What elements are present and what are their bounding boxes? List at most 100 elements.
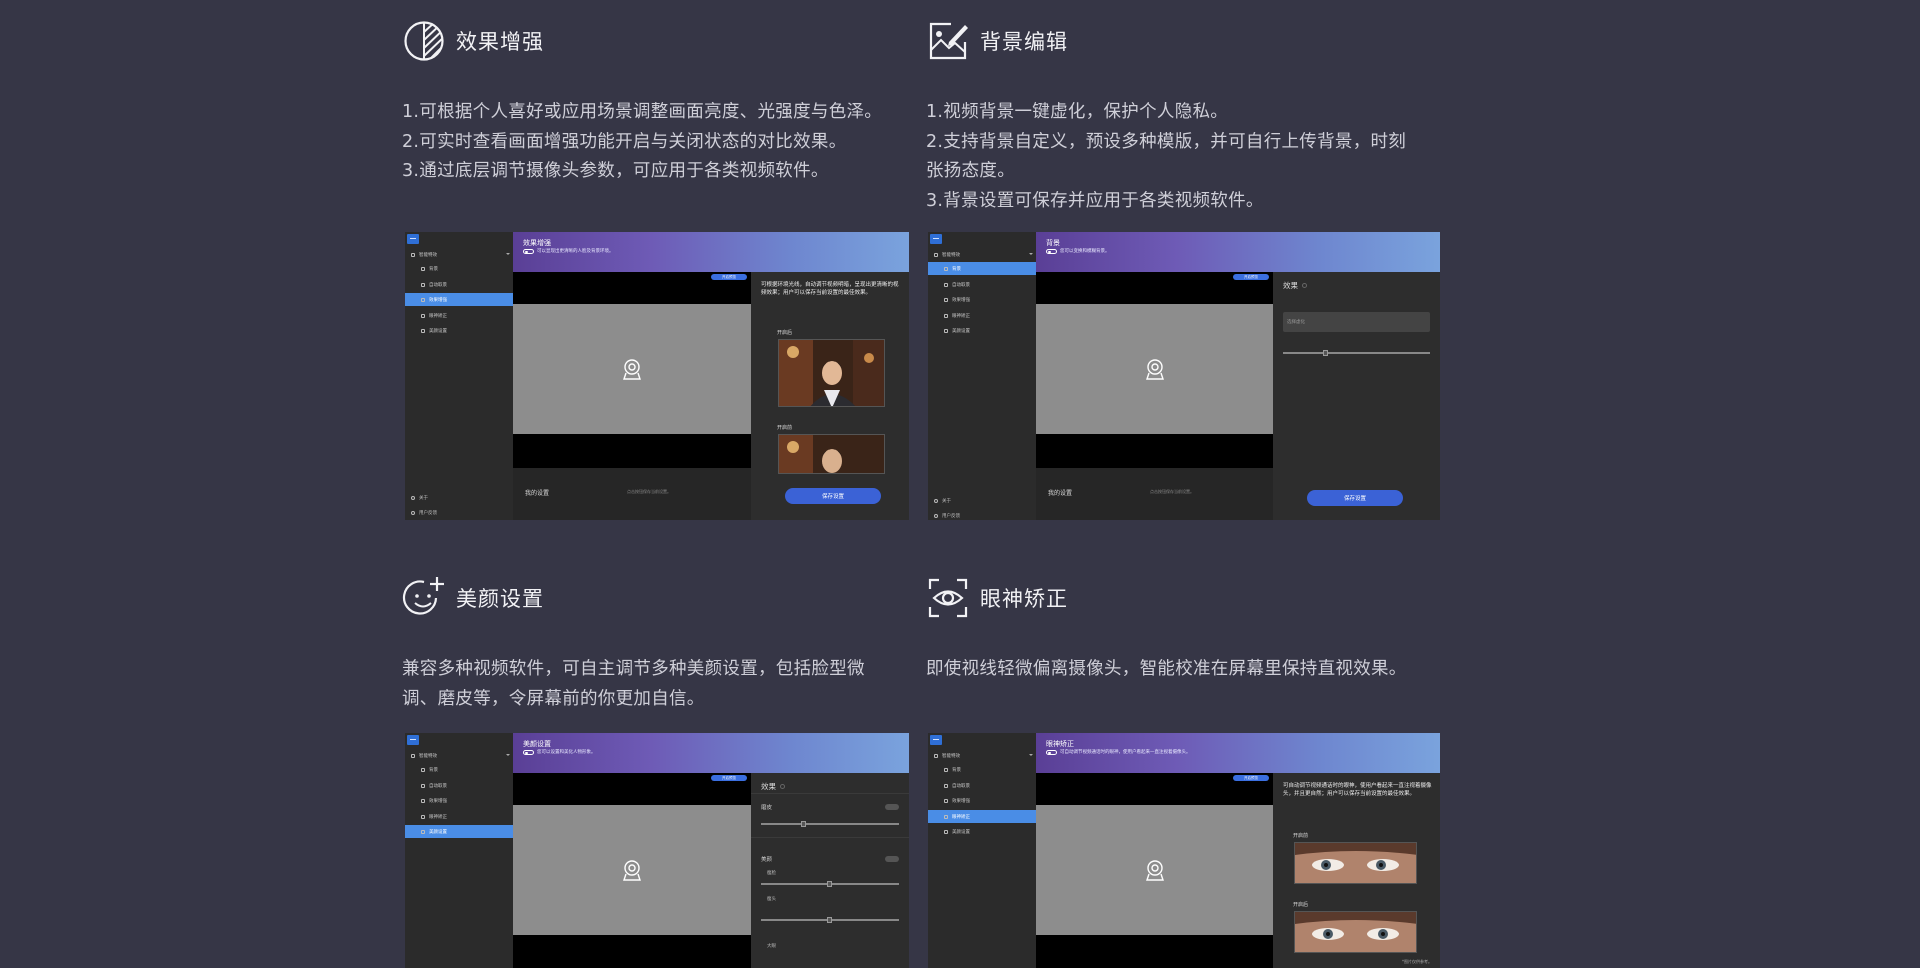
sidebar-item-background[interactable]: 背景 [405, 763, 513, 776]
settings-bar: 我的设置 点击按钮保存当前设置。 [1036, 468, 1273, 520]
camera-icon [1145, 860, 1164, 881]
effect-header: 效果 [761, 781, 785, 792]
background-icon [421, 266, 425, 271]
slider-knob[interactable] [827, 916, 832, 923]
sidebar-item-beauty[interactable]: 美颜设置 [405, 825, 513, 838]
sidebar-item-eye[interactable]: 眼神矫正 [405, 309, 513, 322]
sidebar-item-background[interactable]: 背景 [928, 262, 1036, 275]
app-sidebar: 智能特效 背景 自动取景 效果增强 眼神矫正 美颜设置 关于 用户反馈 [405, 232, 513, 520]
help-icon [1302, 283, 1307, 288]
sidebar-group: 智能特效 [928, 749, 1036, 762]
about-link[interactable]: 关于 [928, 494, 951, 507]
slider-knob[interactable] [801, 820, 806, 827]
video-preview: 开启预览 [513, 773, 751, 968]
save-settings-button[interactable]: 保存设置 [785, 488, 881, 504]
slim-slider[interactable] [761, 916, 899, 923]
feature-toggle[interactable] [523, 750, 534, 755]
background-icon [421, 767, 425, 772]
thin-face-slider[interactable] [761, 880, 899, 887]
beauty-toggle[interactable] [885, 856, 899, 862]
after-label: 开启后 [1293, 902, 1309, 908]
feedback-link[interactable]: 用户反馈 [928, 509, 960, 520]
about-label: 关于 [419, 495, 428, 501]
camera-placeholder [1036, 805, 1273, 935]
sidebar-item-enhance[interactable]: 效果增强 [928, 293, 1036, 306]
sidebar-group-label: 智能特效 [419, 252, 437, 258]
enhance-icon [944, 297, 948, 302]
feedback-icon [411, 510, 415, 515]
section-description: 兼容多种视频软件，可自主调节多种美颜设置，包括脸型微 调、磨皮等，令屏幕前的你更… [402, 655, 902, 714]
feature-toggle[interactable] [1046, 249, 1057, 254]
skin-toggle[interactable] [885, 804, 899, 810]
thin-face-label: 瘦脸 [767, 871, 776, 876]
sidebar-item-autoframe[interactable]: 自动取景 [928, 278, 1036, 291]
divider [751, 793, 909, 794]
frame-icon [944, 282, 948, 287]
panel-description: 可根据环境光线，自动调节视频明暗，呈现出更清晰的视频效果；用户可以保存当前设置的… [761, 282, 899, 296]
sidebar-item-label: 美颜设置 [952, 328, 970, 334]
chevron-down-icon [1029, 253, 1033, 255]
skin-label: 磨皮 [761, 805, 773, 811]
feedback-icon [934, 513, 938, 518]
preview-button[interactable]: 开启预览 [711, 274, 747, 280]
sidebar-item-beauty[interactable]: 美颜设置 [928, 324, 1036, 337]
beauty-label: 美颜 [761, 857, 773, 863]
blur-select[interactable]: 选择虚化 [1283, 312, 1430, 332]
preview-button[interactable]: 开启预览 [1233, 775, 1269, 781]
banner-title: 眼神矫正 [1046, 740, 1074, 748]
after-label: 开启后 [777, 330, 793, 336]
app-banner: 眼神矫正 可自动调节视频通话时的眼神，使用户看起来一直注视着摄像头。 [1036, 733, 1440, 773]
skin-slider[interactable] [761, 820, 899, 827]
sidebar-item-enhance[interactable]: 效果增强 [928, 794, 1036, 807]
info-icon [411, 495, 415, 500]
feedback-label: 用户反馈 [942, 513, 960, 519]
sidebar-item-autoframe[interactable]: 自动取景 [928, 779, 1036, 792]
section-description: 1.视频背景一键虚化，保护个人隐私。 2.支持背景自定义，预设多种模版，并可自行… [926, 98, 1446, 216]
sidebar-item-enhance[interactable]: 效果增强 [405, 794, 513, 807]
sidebar-item-enhance[interactable]: 效果增强 [405, 293, 513, 306]
sidebar-item-eye[interactable]: 眼神矫正 [405, 810, 513, 823]
desc-line: 3.背景设置可保存并应用于各类视频软件。 [926, 190, 1264, 211]
sidebar-item-autoframe[interactable]: 自动取景 [405, 278, 513, 291]
camera-placeholder [1036, 304, 1273, 434]
beauty-icon [421, 328, 425, 333]
chevron-down-icon [506, 253, 510, 255]
desc-line: 兼容多种视频软件，可自主调节多种美颜设置，包括脸型微 [402, 659, 865, 679]
footnote: *图片仅供参考。 [1402, 959, 1432, 964]
feature-toggle[interactable] [523, 249, 534, 254]
sidebar-item-label: 眼神矫正 [952, 313, 970, 319]
app-sidebar: 智能特效 背景 自动取景 效果增强 眼神矫正 美颜设置 关于 用户反馈 [928, 232, 1036, 520]
enhance-icon [421, 798, 425, 803]
sidebar-item-autoframe[interactable]: 自动取景 [405, 779, 513, 792]
chevron-down-icon [506, 754, 510, 756]
desc-line: 2.可实时查看画面增强功能开启与关闭状态的对比效果。 [402, 131, 847, 152]
sidebar-item-background[interactable]: 背景 [928, 763, 1036, 776]
feature-toggle[interactable] [1046, 750, 1057, 755]
app-sidebar: 智能特效 背景 自动取景 效果增强 眼神矫正 美颜设置 [928, 733, 1036, 968]
image-edit-icon [926, 19, 970, 63]
sidebar-item-eye[interactable]: 眼神矫正 [928, 309, 1036, 322]
eye-icon [944, 814, 948, 819]
app-sidebar: 智能特效 背景 自动取景 效果增强 眼神矫正 美颜设置 [405, 733, 513, 968]
slider-knob[interactable] [827, 880, 832, 887]
preview-button[interactable]: 开启预览 [711, 775, 747, 781]
section-header: 美颜设置 [402, 576, 902, 620]
sidebar-item-beauty[interactable]: 美颜设置 [405, 324, 513, 337]
enhance-icon [944, 798, 948, 803]
blur-slider[interactable] [1283, 349, 1430, 356]
section-enhance: 效果增强 1.可根据个人喜好或应用场景调整画面亮度、光强度与色泽。 2.可实时查… [402, 19, 902, 187]
sidebar-item-eye[interactable]: 眼神矫正 [928, 810, 1036, 823]
sidebar-item-background[interactable]: 背景 [405, 262, 513, 275]
about-link[interactable]: 关于 [405, 491, 428, 504]
sidebar-item-beauty[interactable]: 美颜设置 [928, 825, 1036, 838]
section-description: 1.可根据个人喜好或应用场景调整画面亮度、光强度与色泽。 2.可实时查看画面增强… [402, 98, 902, 187]
desc-line: 1.可根据个人喜好或应用场景调整画面亮度、光强度与色泽。 [402, 102, 883, 122]
video-preview: 开启预览 [1036, 773, 1273, 968]
effects-icon [411, 252, 415, 257]
slider-knob[interactable] [1323, 349, 1328, 356]
camera-icon [1145, 359, 1164, 380]
sidebar-item-label: 美颜设置 [429, 829, 447, 835]
save-settings-button[interactable]: 保存设置 [1307, 490, 1403, 506]
feedback-link[interactable]: 用户反馈 [405, 506, 437, 519]
preview-button[interactable]: 开启预览 [1233, 274, 1269, 280]
